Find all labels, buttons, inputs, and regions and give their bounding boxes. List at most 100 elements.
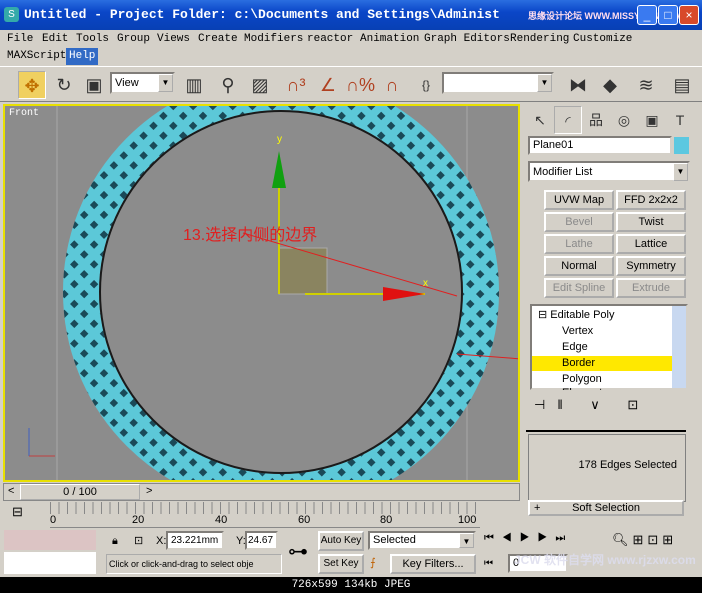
menu-tools[interactable]: Tools	[73, 31, 112, 48]
menu-bar: File Edit Tools Group Views Create Modif…	[0, 30, 702, 66]
motion-icon[interactable]: ◎	[610, 106, 638, 134]
key-mode-toggle-icon[interactable]: ⏮	[484, 558, 493, 569]
chevron-down-icon: ▼	[673, 163, 688, 181]
stack-scrollbar[interactable]	[672, 306, 686, 388]
key-icon[interactable]: ⊶	[282, 530, 314, 574]
create-icon[interactable]: ↖	[526, 106, 554, 134]
edit-named-selection-icon[interactable]: {}	[412, 71, 440, 99]
stack-item-vertex[interactable]: Vertex	[532, 324, 672, 339]
menu-reactor[interactable]: reactor	[304, 31, 356, 48]
transform-mode-icon[interactable]: ⊡	[134, 534, 143, 547]
maxscript-input[interactable]	[4, 552, 96, 574]
angle-snap-icon[interactable]: ∠	[314, 71, 342, 99]
manipulate-icon[interactable]: ⚲	[214, 71, 242, 99]
object-color-swatch[interactable]	[674, 137, 689, 154]
stack-item-border[interactable]: Border	[532, 356, 672, 371]
y-coordinate-field[interactable]: 24.67	[245, 531, 278, 550]
time-slider-thumb[interactable]: 0 / 100	[20, 484, 140, 500]
percent-snap-icon[interactable]: ∩%	[346, 71, 375, 99]
auto-key-button[interactable]: Auto Key	[318, 531, 364, 551]
stack-item-polygon[interactable]: Polygon	[532, 372, 672, 387]
lock-icon[interactable]: 🔒︎	[112, 535, 118, 548]
viewport-nav-controls[interactable]: 🔍︎⊞⊡⊞	[612, 532, 677, 548]
pivot-icon[interactable]: ▥	[180, 71, 208, 99]
modifier-list-value: Modifier List	[533, 166, 593, 178]
mirror-icon[interactable]: ⧓	[564, 71, 592, 99]
stack-root[interactable]: ⊟ Editable Poly	[532, 308, 672, 323]
close-button[interactable]: ×	[679, 5, 699, 25]
utilities-icon[interactable]: T	[666, 106, 694, 134]
next-frame-icon[interactable]: >	[146, 485, 152, 497]
tick-label: 0	[50, 514, 57, 526]
key-tangent-icon[interactable]: ⨍	[370, 556, 376, 569]
modifier-button-symmetry[interactable]: Symmetry	[616, 256, 686, 276]
layer-manager-icon[interactable]: ≋	[632, 71, 660, 99]
time-slider[interactable]: < 0 / 100 >	[3, 483, 520, 501]
modifier-button-ffd-2x2x2[interactable]: FFD 2x2x2	[616, 190, 686, 210]
display-icon[interactable]: ▣	[638, 106, 666, 134]
stack-tools[interactable]: ⊣ǁ ∨ ⊡	[534, 397, 684, 415]
modifier-list-select[interactable]: Modifier List ▼	[528, 161, 690, 182]
main-toolbar: ✥ ↻ ▣ View ▼ ▥ ⚲ ▨ ∩³ ∠ ∩% ∩ {} ▼ ⧓ ◆ ≋ ▤	[0, 66, 702, 102]
modifier-stack[interactable]: ⊟ Editable Poly Vertex Edge Border Polyg…	[530, 304, 688, 390]
hierarchy-icon[interactable]: 品	[582, 106, 610, 134]
x-coordinate-field[interactable]: 23.221mm	[166, 531, 224, 550]
gizmo-y-arrow[interactable]	[272, 151, 286, 188]
modify-icon[interactable]: ◜	[554, 106, 582, 134]
maxscript-listener[interactable]	[4, 530, 96, 550]
align-icon[interactable]: ◆	[596, 71, 624, 99]
reference-coordinate-select[interactable]: View ▼	[110, 72, 175, 94]
menu-modifiers[interactable]: Modifiers	[241, 31, 306, 48]
menu-help[interactable]: Help	[66, 48, 99, 65]
modifier-button-lattice[interactable]: Lattice	[616, 234, 686, 254]
menu-edit[interactable]: Edit	[39, 31, 71, 48]
snap-3d-icon[interactable]: ∩³	[282, 71, 310, 99]
bottom-bar: < 0 / 100 > ⊟ 0 20 40 60 80 100 🔒︎ ⊡ X: …	[0, 482, 702, 593]
key-filters-button[interactable]: Key Filters...	[390, 554, 476, 574]
modifier-button-edit-spline[interactable]: Edit Spline	[544, 278, 614, 298]
minimize-button[interactable]: _	[637, 5, 657, 25]
scale-icon[interactable]: ▣	[80, 71, 108, 99]
move-icon[interactable]: ✥	[18, 71, 46, 99]
stack-item-edge[interactable]: Edge	[532, 340, 672, 355]
menu-create[interactable]: Create	[195, 31, 241, 48]
playback-controls[interactable]: ⏮◀▶▶⏭	[484, 532, 573, 545]
window-title: Untitled - Project Folder: c:\Documents …	[24, 7, 500, 22]
keyboard-shortcut-icon[interactable]: ▨	[246, 71, 274, 99]
trackbar-icon[interactable]: ⊟	[12, 504, 23, 520]
tick-label: 80	[380, 514, 393, 526]
tick-label: 20	[132, 514, 145, 526]
menu-maxscript[interactable]: MAXScript	[4, 48, 69, 65]
prev-frame-icon[interactable]: <	[8, 485, 14, 497]
key-mode-select[interactable]: Selected ▼	[368, 531, 476, 550]
spinner-snap-icon[interactable]: ∩	[378, 71, 406, 99]
maximize-button[interactable]: □	[658, 5, 678, 25]
menu-graph-editors[interactable]: Graph Editors	[421, 31, 513, 48]
set-key-button[interactable]: Set Key	[318, 554, 364, 574]
status-prompt: Click or click-and-drag to select obje	[106, 554, 282, 574]
menu-customize[interactable]: Customize	[570, 31, 635, 48]
modifier-button-uvw-map[interactable]: UVW Map	[544, 190, 614, 210]
named-selection-select[interactable]: ▼	[442, 72, 554, 94]
menu-views[interactable]: Views	[154, 31, 193, 48]
gizmo-x-arrow[interactable]	[383, 287, 425, 301]
trackbar[interactable]: 0 20 40 60 80 100	[50, 502, 480, 528]
menu-file[interactable]: File	[4, 31, 36, 48]
modifier-button-lathe[interactable]: Lathe	[544, 234, 614, 254]
modifier-button-bevel[interactable]: Bevel	[544, 212, 614, 232]
object-name-field[interactable]: Plane01	[528, 136, 672, 155]
viewer-caption: 726x599 134kb JPEG	[291, 579, 411, 591]
track-view-icon[interactable]: ▤	[668, 71, 696, 99]
pivot-plane	[278, 247, 328, 295]
modifier-button-twist[interactable]: Twist	[616, 212, 686, 232]
menu-group[interactable]: Group	[114, 31, 153, 48]
modifier-button-extrude[interactable]: Extrude	[616, 278, 686, 298]
front-viewport[interactable]: Front y x 13.选择内侧的边界	[3, 104, 520, 482]
stack-item-element[interactable]: Element	[532, 386, 672, 390]
watermark-logo: JCW 软件自学网 www.rjzxw.com	[514, 553, 696, 567]
modifier-button-normal[interactable]: Normal	[544, 256, 614, 276]
menu-animation[interactable]: Animation	[357, 31, 422, 48]
menu-rendering[interactable]: Rendering	[507, 31, 572, 48]
viewer-caption-bar: 726x599 134kb JPEG	[0, 577, 702, 593]
rotate-icon[interactable]: ↻	[50, 71, 78, 99]
